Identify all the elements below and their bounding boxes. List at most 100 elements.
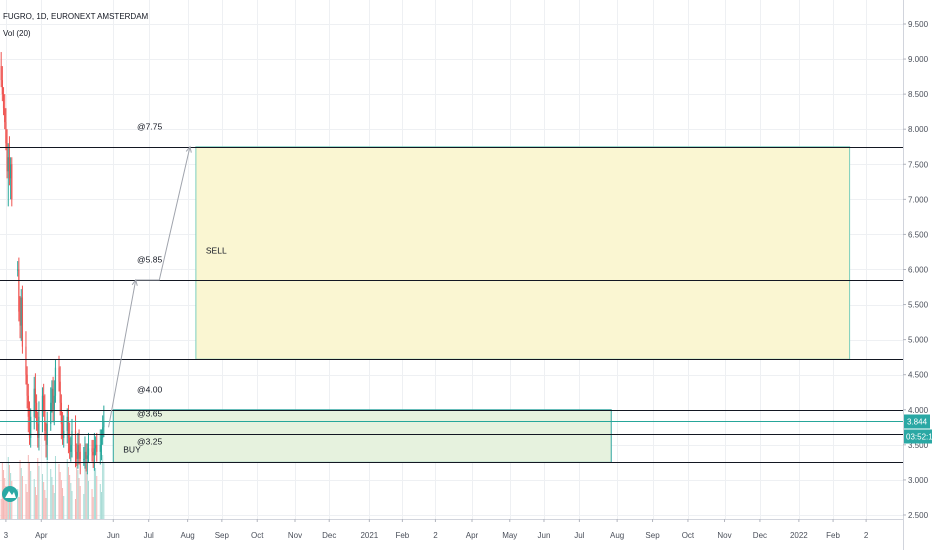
chart-canvas[interactable]: SELLBUY @7.75 @5.85 @4.00 @3.65 @3.25 9.500 9… [0,0,932,550]
candle-body[interactable] [0,66,2,81]
y-tick-label: 9.000 [908,55,929,64]
candle-body[interactable] [70,444,72,452]
price-chart[interactable]: SELL BUY @7.75 @5.85 @4.00 @3.65 @3.25 9.500 9… [0,0,932,550]
candle-body[interactable] [92,451,94,456]
candle-body[interactable] [26,374,28,396]
candle-body[interactable] [52,388,54,410]
volume-bar [99,484,101,519]
candle-body[interactable] [69,437,71,452]
candle-body[interactable] [20,297,22,326]
candle-body[interactable] [4,108,6,123]
volume-bar [67,467,69,519]
volume-bar [44,490,46,519]
price-level-label: @4.00 [137,385,162,395]
volume-bar [96,476,98,519]
candle-body[interactable] [78,444,80,452]
candle-body[interactable] [34,388,36,403]
candle-body[interactable] [84,451,86,459]
candle-body[interactable] [91,448,93,452]
candle-body[interactable] [50,402,52,424]
candle-body[interactable] [37,423,39,438]
candle-body[interactable] [21,297,24,347]
x-tick-label: Apr [35,531,48,540]
x-tick-label: Jul [144,531,154,540]
candle-body[interactable] [96,444,98,452]
volume-bar [71,491,73,519]
candle-body[interactable] [61,423,64,438]
candle-body[interactable] [102,427,104,438]
candle-body[interactable] [79,451,81,459]
volume-bar [79,486,81,519]
volume-bar [38,466,40,519]
price-level-label: @3.25 [137,437,162,447]
candle-body[interactable] [27,395,29,417]
candle-body[interactable] [18,269,20,312]
symbol-legend[interactable]: FUGRO, 1D, EURONEXT AMSTERDAM [3,12,148,21]
candle-body[interactable] [58,367,60,382]
y-tick-label: 7.500 [908,160,929,169]
candle-body[interactable] [44,409,46,431]
candle-body[interactable] [76,451,78,459]
candle-body[interactable] [17,269,19,271]
volume-bar [92,497,94,519]
x-tick-label: 3 [4,531,9,540]
candle-body[interactable] [7,157,9,172]
volume-bar [100,492,102,519]
candle-body[interactable] [86,455,88,459]
candle-body[interactable] [2,94,5,109]
volume-legend[interactable]: Vol (20) [3,29,31,38]
y-tick-label: 2.500 [908,511,929,520]
candle-body[interactable] [83,458,85,460]
x-tick-label: 2 [864,531,869,540]
candle-body[interactable] [54,367,57,396]
y-tick-label: 9.500 [908,20,929,29]
zone-sell[interactable] [195,146,851,360]
current-price-value: 3.844 [907,418,928,427]
candle-body[interactable] [8,157,11,179]
candle-body[interactable] [41,395,44,417]
volume-bar [88,481,89,519]
candle-body[interactable] [60,402,62,424]
candle-body[interactable] [45,430,47,445]
y-tick-label: 6.500 [908,230,929,239]
candle-body[interactable] [71,430,73,445]
x-tick-label: Oct [251,531,264,540]
x-tick-label: Dec [322,531,336,540]
zone-buy[interactable] [112,409,612,463]
candle-body[interactable] [11,164,13,200]
x-tick-label: 2 [433,531,438,540]
candle-body[interactable] [51,388,53,403]
candle-body[interactable] [87,448,90,456]
volume-bar [95,468,97,519]
candle-body[interactable] [77,444,79,459]
candle-body[interactable] [59,381,61,403]
candle-body[interactable] [19,311,21,326]
y-tick-label: 5.500 [908,301,929,310]
candle-body[interactable] [99,444,101,452]
candle-body[interactable] [25,346,27,375]
candle-body[interactable] [1,80,3,95]
candle-body[interactable] [10,164,12,179]
volume-bar [46,461,48,519]
candle-body[interactable] [53,395,55,410]
candle-body[interactable] [33,388,35,417]
candle-body[interactable] [93,448,95,456]
x-tick-label: Aug [181,531,195,540]
candle-body[interactable] [66,416,68,431]
volume-bar [30,471,32,519]
y-tick-label: 8.500 [908,90,929,99]
tradingview-logo-icon[interactable] [2,486,18,502]
candle-body[interactable] [43,395,45,410]
volume-bar [58,464,60,519]
candle-body[interactable] [85,451,87,459]
candle-body[interactable] [94,444,97,449]
candle-body[interactable] [5,122,7,144]
x-tick-label: 2022 [790,531,808,540]
candle-body[interactable] [100,437,103,445]
countdown-value: 03:52:10 [906,433,932,442]
price-level-label: @5.85 [137,255,162,265]
volume-bar [41,474,43,519]
candle-body[interactable] [35,402,38,424]
volume-bar [102,455,104,519]
volume-bar [21,476,23,519]
